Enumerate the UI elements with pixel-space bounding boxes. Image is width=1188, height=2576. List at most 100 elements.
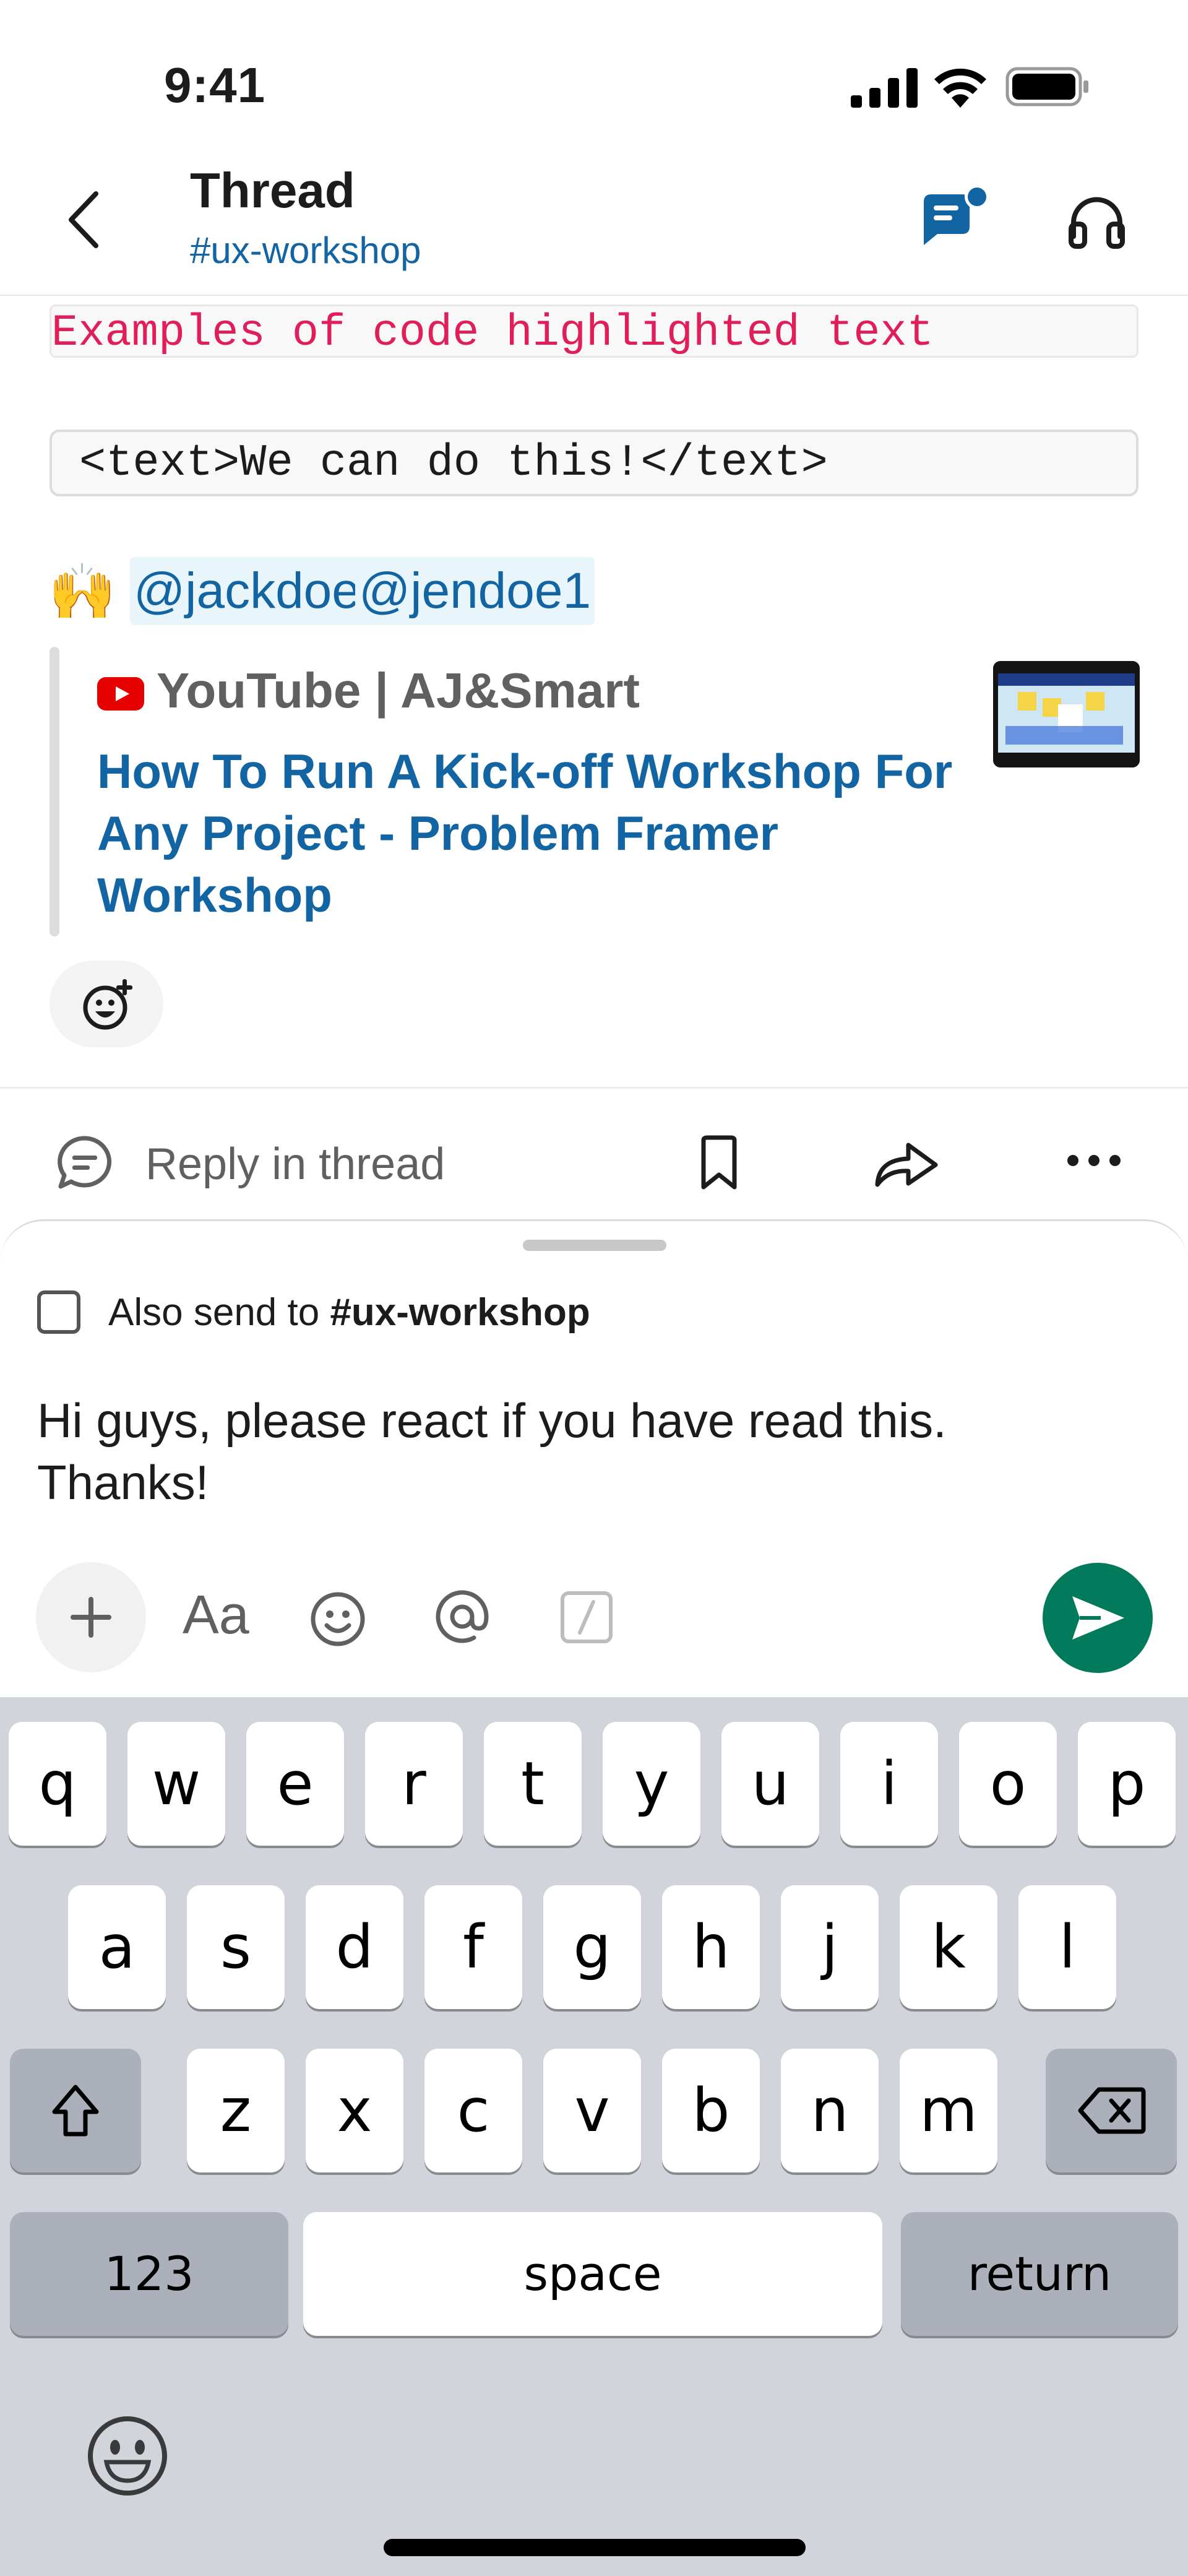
unfurl-title-link[interactable]: How To Run A Kick-off Workshop For Any P… [97, 740, 976, 926]
back-chevron-icon[interactable] [65, 189, 102, 251]
key-d[interactable]: d [306, 1885, 403, 2009]
key-l[interactable]: l [1018, 1885, 1116, 2009]
key-c[interactable]: c [424, 2049, 522, 2172]
key-p[interactable]: p [1078, 1722, 1176, 1846]
attach-plus-button[interactable] [36, 1562, 146, 1672]
mention-jendoe1[interactable]: @jendoe1 [355, 557, 595, 625]
key-label: y [634, 1749, 669, 1818]
share-forward-icon[interactable] [872, 1139, 940, 1190]
raising-hands-emoji: 🙌 [48, 561, 116, 622]
unfurl-accent-bar [50, 647, 59, 936]
key-s[interactable]: s [187, 1885, 285, 2009]
keyboard-emoji-icon[interactable] [85, 2414, 170, 2498]
key-label: 123 [104, 2246, 194, 2301]
key-label: f [463, 1913, 484, 1982]
also-send-label: Also send to #ux-workshop [108, 1290, 590, 1334]
code-block: <text>We can do this!</text> [50, 430, 1138, 496]
key-n[interactable]: n [781, 2049, 879, 2172]
key-label: u [751, 1749, 790, 1818]
key-label: s [220, 1913, 251, 1982]
drag-handle[interactable] [523, 1240, 666, 1251]
key-label: x [337, 2076, 372, 2145]
header-divider [0, 295, 1188, 296]
emoji-picker-icon[interactable] [309, 1591, 366, 1648]
key-label: return [967, 2246, 1112, 2301]
key-label: g [573, 1913, 611, 1982]
youtube-logo-icon [97, 677, 144, 711]
video-thumbnail[interactable] [993, 661, 1140, 767]
add-emoji-icon [83, 979, 132, 1030]
key-label: a [98, 1913, 136, 1982]
battery-icon [1005, 67, 1088, 106]
bookmark-icon[interactable] [697, 1135, 741, 1191]
key-o[interactable]: o [959, 1722, 1057, 1846]
key-a[interactable]: a [68, 1885, 166, 2009]
shift-arrow-icon [52, 2085, 99, 2137]
key-q[interactable]: q [9, 1722, 106, 1846]
key-g[interactable]: g [543, 1885, 641, 2009]
key-m[interactable]: m [900, 2049, 997, 2172]
key-label: o [989, 1749, 1027, 1818]
unfurl-title-line: Any Project - Problem Framer [97, 806, 778, 860]
key-x[interactable]: x [306, 2049, 403, 2172]
key-j[interactable]: j [781, 1885, 879, 2009]
key-label: e [277, 1749, 314, 1818]
key-k[interactable]: k [900, 1885, 997, 2009]
cellular-signal-icon [851, 68, 918, 108]
key-label: c [457, 2076, 490, 2145]
also-send-prefix: Also send to [108, 1291, 330, 1334]
key-label: k [931, 1913, 966, 1982]
reply-in-thread-button[interactable]: Reply in thread [145, 1139, 445, 1190]
return-key[interactable]: return [901, 2212, 1178, 2336]
key-label: d [335, 1913, 374, 1982]
key-b[interactable]: b [662, 2049, 760, 2172]
channel-link[interactable]: #ux-workshop [190, 229, 421, 272]
message-line: Thanks! [37, 1455, 209, 1510]
backspace-icon [1078, 2087, 1146, 2134]
unfurl-title-line: Workshop [97, 868, 332, 922]
shift-key[interactable] [10, 2049, 141, 2172]
more-options-icon[interactable] [1064, 1151, 1124, 1170]
key-u[interactable]: u [721, 1722, 819, 1846]
backspace-key[interactable] [1046, 2049, 1177, 2172]
key-y[interactable]: y [603, 1722, 700, 1846]
add-reaction-button[interactable] [50, 961, 163, 1047]
key-e[interactable]: e [246, 1722, 344, 1846]
slash-command-icon[interactable] [560, 1591, 613, 1644]
key-z[interactable]: z [187, 2049, 285, 2172]
key-w[interactable]: w [127, 1722, 225, 1846]
home-indicator [384, 2539, 806, 2556]
key-i[interactable]: i [840, 1722, 938, 1846]
key-label: q [38, 1749, 77, 1818]
key-v[interactable]: v [543, 2049, 641, 2172]
key-label: z [220, 2076, 252, 2145]
key-label: p [1108, 1749, 1146, 1818]
message-line: Hi guys, please react if you have read t… [37, 1393, 947, 1448]
key-f[interactable]: f [424, 1885, 522, 2009]
plus-icon [71, 1597, 111, 1638]
key-label: i [880, 1749, 898, 1818]
key-h[interactable]: h [662, 1885, 760, 2009]
key-t[interactable]: t [484, 1722, 582, 1846]
send-button[interactable] [1043, 1563, 1153, 1673]
message-input[interactable]: Hi guys, please react if you have read t… [37, 1390, 1126, 1513]
threads-notification-icon[interactable] [919, 183, 990, 251]
mention-jackdoe[interactable]: @jackdoe [130, 557, 364, 625]
numbers-key[interactable]: 123 [10, 2212, 288, 2336]
reply-thread-icon[interactable] [56, 1135, 114, 1190]
key-label: r [402, 1749, 426, 1818]
text-format-button[interactable]: Aa [183, 1583, 249, 1646]
unfurl-title-line: How To Run A Kick-off Workshop For [97, 744, 953, 798]
also-send-channel: #ux-workshop [330, 1291, 590, 1334]
key-r[interactable]: r [365, 1722, 463, 1846]
key-label: v [574, 2076, 610, 2145]
space-key[interactable]: space [303, 2212, 882, 2336]
huddle-headphones-icon[interactable] [1067, 193, 1126, 249]
key-label: h [692, 1913, 730, 1982]
mention-at-icon[interactable] [433, 1588, 491, 1646]
also-send-checkbox[interactable] [37, 1290, 80, 1334]
unfurl-source: YouTube | AJ&Smart [157, 663, 640, 718]
key-label: n [811, 2076, 849, 2145]
key-label: b [692, 2076, 730, 2145]
key-label: j [821, 1913, 838, 1982]
